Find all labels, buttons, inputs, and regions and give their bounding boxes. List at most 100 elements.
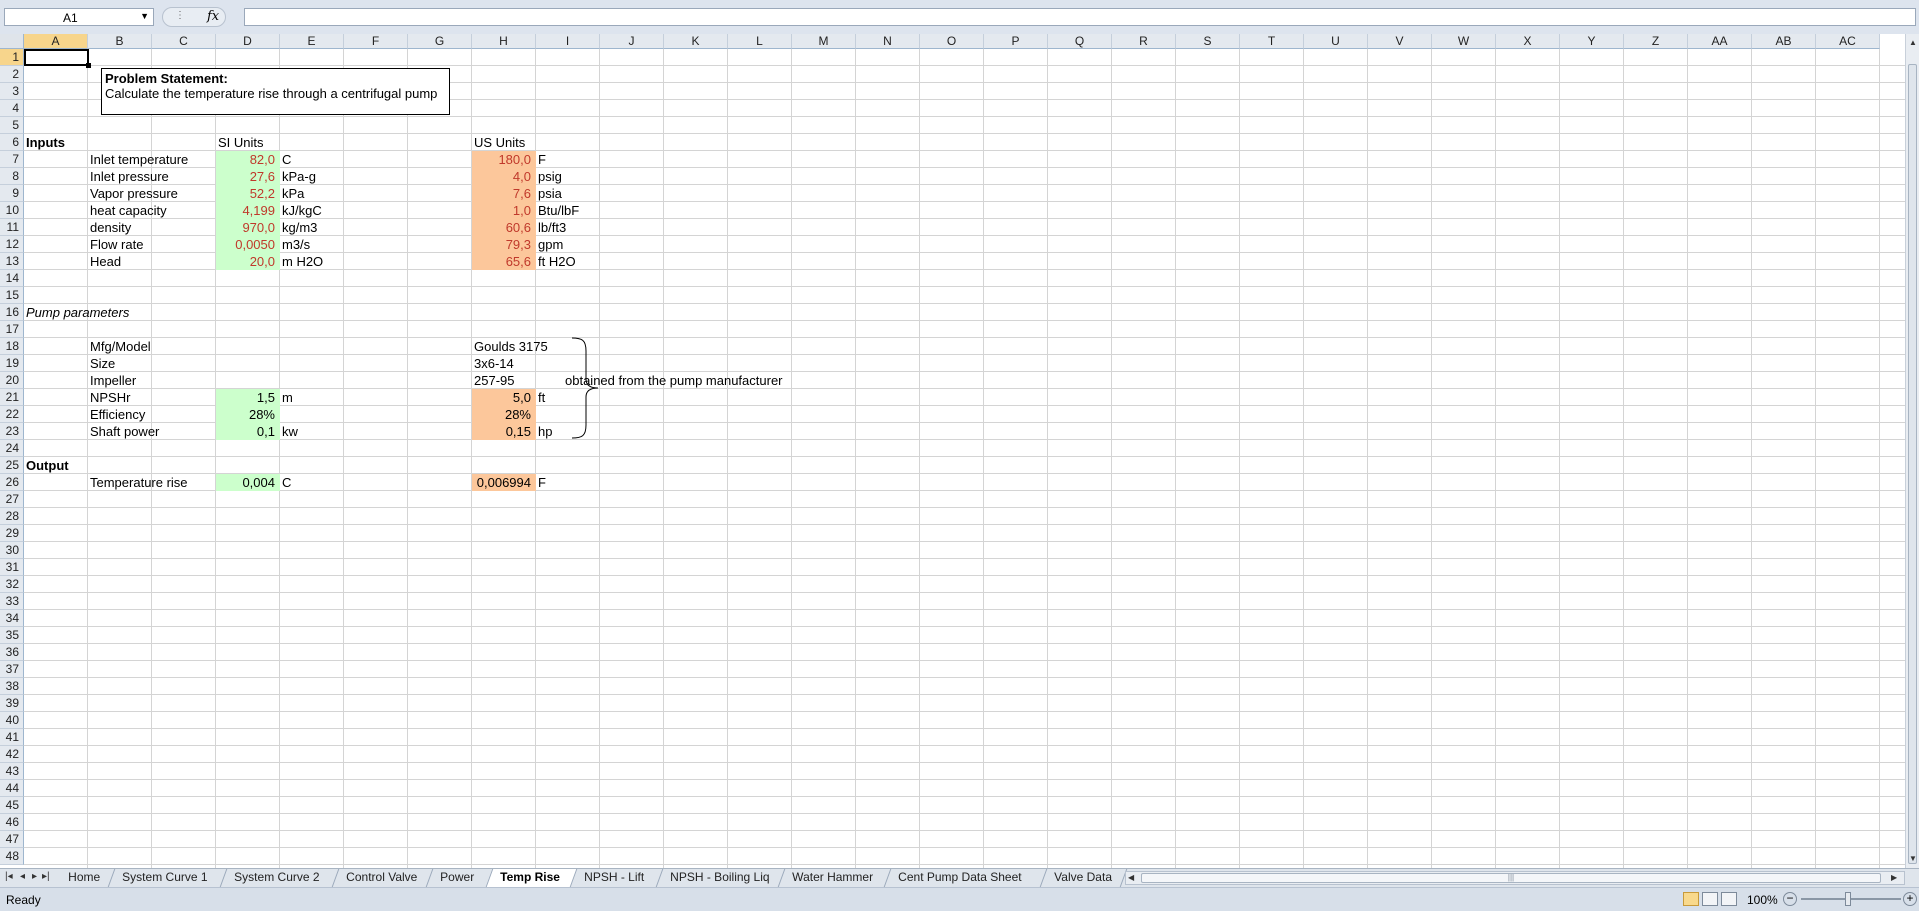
input-us-value[interactable]: 60,6	[472, 219, 536, 236]
row-header-11[interactable]: 11	[0, 219, 24, 236]
row-header-24[interactable]: 24	[0, 440, 24, 457]
page-break-view-icon[interactable]	[1721, 892, 1737, 906]
manufacturer-note[interactable]: obtained from the pump manufacturer	[563, 372, 823, 389]
column-header-u[interactable]: U	[1304, 34, 1368, 49]
output-us-value[interactable]: 0,006994	[472, 474, 536, 491]
output-si-unit[interactable]: C	[280, 474, 344, 491]
column-header-w[interactable]: W	[1432, 34, 1496, 49]
column-header-y[interactable]: Y	[1560, 34, 1624, 49]
active-cell-A1[interactable]	[24, 49, 89, 66]
row-header-10[interactable]: 10	[0, 202, 24, 219]
scroll-right-icon[interactable]: ▶	[1891, 873, 1897, 882]
row-header-9[interactable]: 9	[0, 185, 24, 202]
row-header-13[interactable]: 13	[0, 253, 24, 270]
column-header-q[interactable]: Q	[1048, 34, 1112, 49]
row-header-2[interactable]: 2	[0, 66, 24, 83]
input-si-unit[interactable]: C	[280, 151, 344, 168]
output-heading[interactable]: Output	[24, 457, 88, 474]
input-label[interactable]: heat capacity	[88, 202, 216, 219]
row-header-30[interactable]: 30	[0, 542, 24, 559]
pump-param-label[interactable]: Shaft power	[88, 423, 216, 440]
row-header-31[interactable]: 31	[0, 559, 24, 576]
pump-param-si-value[interactable]: 0,1	[216, 423, 280, 440]
pump-param-si-unit[interactable]	[280, 406, 344, 423]
name-box-dropdown-icon[interactable]: ▼	[140, 11, 149, 21]
row-header-28[interactable]: 28	[0, 508, 24, 525]
column-header-k[interactable]: K	[664, 34, 728, 49]
sheet-tab-temp-rise[interactable]: Temp Rise	[486, 869, 578, 887]
row-header-47[interactable]: 47	[0, 831, 24, 848]
input-si-unit[interactable]: m3/s	[280, 236, 344, 253]
row-header-12[interactable]: 12	[0, 236, 24, 253]
sheet-tab-home[interactable]: Home	[54, 869, 116, 887]
row-header-29[interactable]: 29	[0, 525, 24, 542]
row-header-8[interactable]: 8	[0, 168, 24, 185]
zoom-level[interactable]: 100%	[1747, 893, 1778, 907]
input-si-value[interactable]: 52,2	[216, 185, 280, 202]
next-sheet-icon[interactable]: ▸	[32, 871, 37, 882]
row-header-36[interactable]: 36	[0, 644, 24, 661]
sheet-tab-system-curve-2[interactable]: System Curve 2	[220, 869, 340, 887]
column-header-z[interactable]: Z	[1624, 34, 1688, 49]
column-header-ac[interactable]: AC	[1816, 34, 1880, 49]
sheet-tab-power[interactable]: Power	[426, 869, 494, 887]
input-label[interactable]: Flow rate	[88, 236, 216, 253]
column-header-j[interactable]: J	[600, 34, 664, 49]
sheet-tab-control-valve[interactable]: Control Valve	[332, 869, 434, 887]
zoom-slider-thumb[interactable]	[1845, 892, 1851, 906]
column-header-x[interactable]: X	[1496, 34, 1560, 49]
sheet-tab-npsh-lift[interactable]: NPSH - Lift	[570, 869, 664, 887]
input-us-value[interactable]: 1,0	[472, 202, 536, 219]
column-header-a[interactable]: A	[24, 34, 88, 49]
pump-parameters-heading[interactable]: Pump parameters	[24, 304, 152, 321]
row-header-34[interactable]: 34	[0, 610, 24, 627]
row-header-32[interactable]: 32	[0, 576, 24, 593]
input-si-unit[interactable]: kg/m3	[280, 219, 344, 236]
row-header-6[interactable]: 6	[0, 134, 24, 151]
input-si-unit[interactable]: kPa	[280, 185, 344, 202]
row-header-35[interactable]: 35	[0, 627, 24, 644]
column-header-m[interactable]: M	[792, 34, 856, 49]
column-header-f[interactable]: F	[344, 34, 408, 49]
row-header-26[interactable]: 26	[0, 474, 24, 491]
column-header-h[interactable]: H	[472, 34, 536, 49]
row-header-48[interactable]: 48	[0, 848, 24, 865]
row-header-16[interactable]: 16	[0, 304, 24, 321]
input-us-value[interactable]: 180,0	[472, 151, 536, 168]
si-units-heading[interactable]: SI Units	[216, 134, 280, 151]
select-all-corner[interactable]	[0, 34, 24, 49]
scroll-down-icon[interactable]: ▼	[1909, 854, 1917, 863]
pump-param-us-value[interactable]: 5,0	[472, 389, 536, 406]
column-header-d[interactable]: D	[216, 34, 280, 49]
output-label[interactable]: Temperature rise	[88, 474, 216, 491]
column-header-r[interactable]: R	[1112, 34, 1176, 49]
column-header-t[interactable]: T	[1240, 34, 1304, 49]
row-header-46[interactable]: 46	[0, 814, 24, 831]
page-layout-view-icon[interactable]	[1702, 892, 1718, 906]
scroll-up-icon[interactable]: ▲	[1909, 38, 1917, 47]
vertical-scroll-thumb[interactable]	[1908, 64, 1917, 864]
input-si-value[interactable]: 0,0050	[216, 236, 280, 253]
output-us-unit[interactable]: F	[536, 474, 600, 491]
pump-info-label[interactable]: Size	[88, 355, 216, 372]
input-label[interactable]: Inlet temperature	[88, 151, 216, 168]
row-header-45[interactable]: 45	[0, 797, 24, 814]
column-header-p[interactable]: P	[984, 34, 1048, 49]
input-us-unit[interactable]: lb/ft3	[536, 219, 600, 236]
input-si-value[interactable]: 970,0	[216, 219, 280, 236]
row-header-3[interactable]: 3	[0, 83, 24, 100]
zoom-slider-track[interactable]	[1801, 898, 1901, 900]
zoom-in-button[interactable]: +	[1903, 892, 1917, 906]
pump-param-si-unit[interactable]: m	[280, 389, 344, 406]
row-header-18[interactable]: 18	[0, 338, 24, 355]
prev-sheet-icon[interactable]: ◂	[20, 871, 25, 882]
row-header-17[interactable]: 17	[0, 321, 24, 338]
input-us-unit[interactable]: gpm	[536, 236, 600, 253]
output-si-value[interactable]: 0,004	[216, 474, 280, 491]
sheet-tab-cent-pump-data-sheet[interactable]: Cent Pump Data Sheet	[884, 869, 1048, 887]
row-header-14[interactable]: 14	[0, 270, 24, 287]
column-header-v[interactable]: V	[1368, 34, 1432, 49]
sheet-tab-system-curve-1[interactable]: System Curve 1	[108, 869, 228, 887]
scroll-left-icon[interactable]: ◀	[1128, 873, 1134, 882]
row-header-44[interactable]: 44	[0, 780, 24, 797]
